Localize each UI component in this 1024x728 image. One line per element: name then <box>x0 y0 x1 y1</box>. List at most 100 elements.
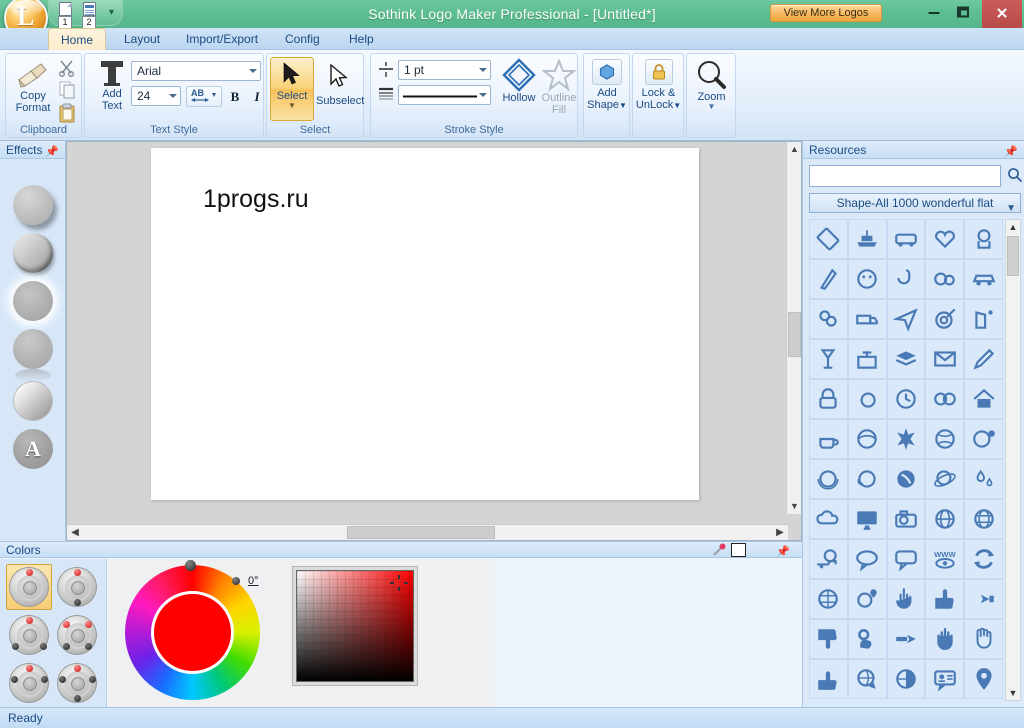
tab-import-export[interactable]: Import/Export <box>174 28 270 50</box>
resource-wire-globe-icon[interactable] <box>964 499 1003 539</box>
color-swatch-icon[interactable] <box>731 543 746 557</box>
resource-open-hand-icon[interactable] <box>964 619 1003 659</box>
resource-monitor-icon[interactable] <box>847 499 887 539</box>
resource-thumb-up-alt-icon[interactable] <box>809 659 848 699</box>
resource-contact-card-icon[interactable] <box>925 659 965 699</box>
subselect-tool-button[interactable]: Subselect <box>316 57 364 107</box>
canvas-vertical-scrollbar[interactable]: ▲ ▼ <box>786 142 801 514</box>
add-text-button[interactable]: Add Text <box>91 58 133 112</box>
cut-button[interactable] <box>56 58 78 78</box>
chevron-down-icon[interactable]: ▼ <box>787 499 802 514</box>
eyedropper-icon[interactable] <box>712 543 726 561</box>
chevron-up-icon[interactable]: ▲ <box>1006 220 1020 234</box>
color-wheel[interactable] <box>125 560 260 700</box>
canvas-area[interactable]: 1progs.ru ▲ ▼ ◀ ▶ <box>66 141 802 541</box>
stroke-width-select[interactable]: 1 pt <box>398 60 491 80</box>
font-size-select[interactable]: 24 <box>131 86 181 106</box>
harmony-mode-accented-analogic[interactable] <box>54 660 100 706</box>
resource-truck-icon[interactable] <box>847 299 887 339</box>
effect-text[interactable]: A <box>13 429 53 469</box>
resource-gift-box-icon[interactable] <box>847 339 887 379</box>
add-shape-button[interactable]: Add Shape▼ <box>586 59 628 112</box>
resource-globe-half-icon[interactable] <box>886 659 926 699</box>
effect-drop-shadow[interactable] <box>13 185 53 225</box>
quick-access-new-document-button[interactable]: 1 <box>55 1 75 29</box>
resource-cocktail-glass-icon[interactable] <box>809 339 848 379</box>
harmony-mode-analogic[interactable] <box>6 660 52 706</box>
paste-button[interactable] <box>56 102 78 124</box>
resource-icon-grid[interactable]: WWW <box>809 219 1003 701</box>
chevron-left-icon[interactable]: ◀ <box>67 525 83 540</box>
effect-gradient[interactable] <box>13 381 53 421</box>
close-button[interactable]: ✕ <box>982 0 1022 28</box>
resource-hand-point-down-icon[interactable] <box>886 579 926 619</box>
harmony-mode-complement[interactable] <box>54 564 100 610</box>
search-icon[interactable] <box>1007 167 1023 183</box>
resource-theatre-masks-icon[interactable] <box>925 379 965 419</box>
resource-snail-icon[interactable] <box>847 379 887 419</box>
canvas-text-object[interactable]: 1progs.ru <box>203 185 309 214</box>
resource-house-icon[interactable] <box>964 379 1003 419</box>
resource-handshake-heart-icon[interactable] <box>925 219 965 259</box>
resource-globe-pin-icon[interactable] <box>964 419 1003 459</box>
resource-coffee-cup-icon[interactable] <box>809 419 848 459</box>
resource-paper-plane-icon[interactable] <box>886 299 926 339</box>
tab-home[interactable]: Home <box>48 28 107 51</box>
chevron-down-icon[interactable]: ▼ <box>271 102 313 110</box>
resource-globe-grid-icon[interactable] <box>925 499 965 539</box>
canvas-horizontal-scrollbar[interactable]: ◀ ▶ <box>67 524 788 540</box>
resource-pencil-icon[interactable] <box>964 339 1003 379</box>
harmony-mode-tetrad[interactable] <box>54 612 100 658</box>
chevron-right-icon[interactable]: ▶ <box>772 525 788 540</box>
resource-hand-count-icon[interactable] <box>925 619 965 659</box>
resource-globe-arrow-icon[interactable] <box>847 659 887 699</box>
resources-scrollbar[interactable]: ▲ ▼ <box>1005 219 1021 701</box>
resource-layers-icon[interactable] <box>886 339 926 379</box>
stroke-width-icon-button[interactable] <box>377 60 395 80</box>
stroke-line-select[interactable] <box>398 85 491 105</box>
resource-bus-icon[interactable] <box>886 219 926 259</box>
resource-location-pin-icon[interactable] <box>964 659 1003 699</box>
saturation-value-square[interactable] <box>296 570 414 682</box>
resource-film-frame-icon[interactable] <box>809 219 848 259</box>
tab-config[interactable]: Config <box>273 28 332 50</box>
resource-water-drops-icon[interactable] <box>964 459 1003 499</box>
vertical-scroll-thumb[interactable] <box>788 312 801 357</box>
resource-earth-icon[interactable] <box>886 459 926 499</box>
chevron-down-icon[interactable]: ▼ <box>1006 686 1020 700</box>
pin-icon[interactable]: 📌 <box>776 544 790 560</box>
effect-reflection[interactable] <box>13 329 53 382</box>
italic-button[interactable]: I <box>247 86 267 107</box>
resource-envelope-icon[interactable] <box>925 339 965 379</box>
resource-burst-icon[interactable] <box>886 419 926 459</box>
resource-globe-phone-icon[interactable] <box>847 459 887 499</box>
copy-format-button[interactable]: Copy Format <box>10 60 56 114</box>
resource-dog-icon[interactable] <box>964 219 1003 259</box>
resource-padlock-icon[interactable] <box>809 379 848 419</box>
maximize-button[interactable] <box>950 2 978 24</box>
resource-flowers-icon[interactable] <box>809 299 848 339</box>
search-input[interactable] <box>809 165 1001 187</box>
resource-feather-pen-icon[interactable] <box>809 259 848 299</box>
resource-speech-bubble-icon[interactable] <box>847 539 887 579</box>
resource-ok-hand-icon[interactable] <box>847 619 887 659</box>
effect-bevel[interactable] <box>13 233 53 273</box>
document-page[interactable]: 1progs.ru <box>151 148 699 500</box>
resource-globe-arrows-icon[interactable] <box>809 459 848 499</box>
resource-satellite-globe-icon[interactable] <box>925 459 965 499</box>
minimize-button[interactable] <box>920 2 948 24</box>
resource-hand-pointing-icon[interactable] <box>886 619 926 659</box>
resource-duck-icon[interactable] <box>886 259 926 299</box>
letter-spacing-button[interactable]: AB <box>186 86 222 107</box>
resource-globe-truck-icon[interactable] <box>809 539 848 579</box>
lock-unlock-button[interactable]: Lock & UnLock▼ <box>635 59 682 112</box>
harmony-mode-triad[interactable] <box>6 612 52 658</box>
saturation-value-handle[interactable] <box>390 575 408 591</box>
resource-car-icon[interactable] <box>964 259 1003 299</box>
view-more-logos-button[interactable]: View More Logos <box>770 4 882 22</box>
resource-thumbs-up-icon[interactable] <box>925 579 965 619</box>
color-wheel-handle[interactable] <box>185 560 196 571</box>
resource-chat-bubble-icon[interactable] <box>886 539 926 579</box>
resource-globe-swirl-icon[interactable] <box>925 419 965 459</box>
hue-angle-readout[interactable]: 0° <box>232 575 259 587</box>
